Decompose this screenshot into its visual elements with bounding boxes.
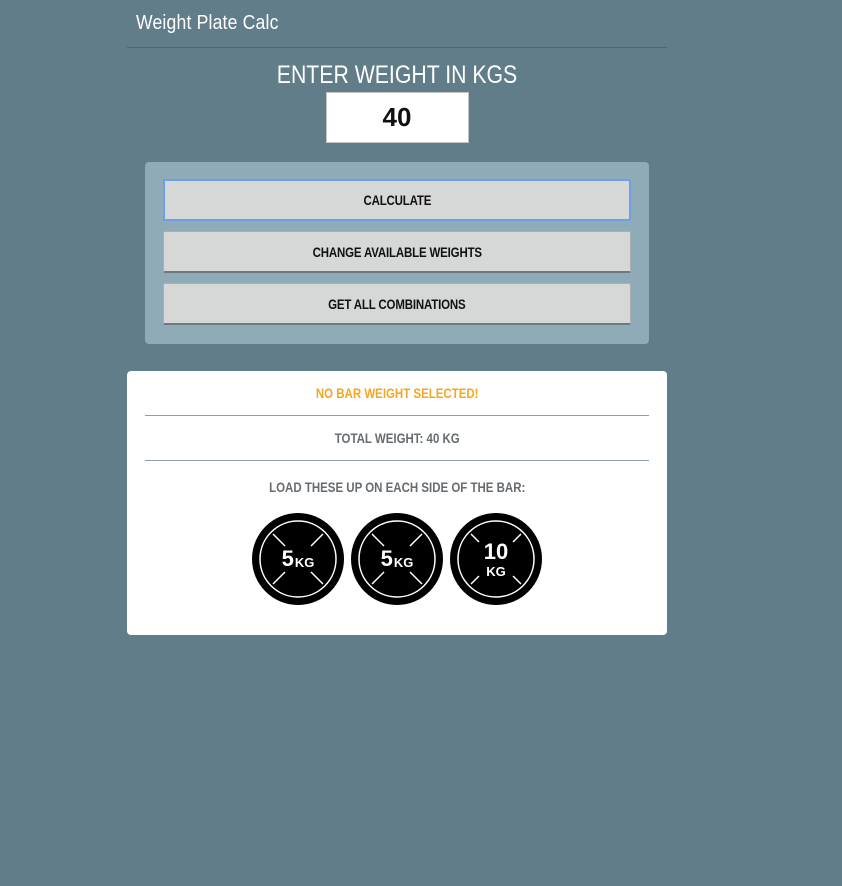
button-panel: CALCULATE CHANGE AVAILABLE WEIGHTS GET A… <box>145 162 649 344</box>
plate-label: 5 KG <box>351 513 443 605</box>
weight-input-wrapper <box>127 92 667 143</box>
app-header: Weight Plate Calc <box>127 0 667 48</box>
app-title: Weight Plate Calc <box>136 12 279 34</box>
weight-plate-icon: 5 KG <box>252 513 344 605</box>
weight-plate-icon: 10 KG <box>450 513 542 605</box>
weight-plate-icon: 5 KG <box>351 513 443 605</box>
load-instruction-text: LOAD THESE UP ON EACH SIDE OF THE BAR: <box>268 479 526 495</box>
plate-unit: KG <box>393 554 414 570</box>
total-weight: TOTAL WEIGHT: 40 KG <box>145 416 649 461</box>
combinations-button[interactable]: GET ALL COMBINATIONS <box>163 283 631 325</box>
calculate-button[interactable]: CALCULATE <box>163 179 631 221</box>
load-instruction: LOAD THESE UP ON EACH SIDE OF THE BAR: <box>145 461 649 513</box>
weight-input-label: ENTER WEIGHT IN KGS <box>276 61 518 89</box>
bar-warning-text: NO BAR WEIGHT SELECTED! <box>315 385 479 401</box>
change-weights-button-label: CHANGE AVAILABLE WEIGHTS <box>312 243 482 260</box>
plate-value: 10 <box>483 538 509 564</box>
change-weights-button[interactable]: CHANGE AVAILABLE WEIGHTS <box>163 231 631 273</box>
combinations-button-label: GET ALL COMBINATIONS <box>328 295 466 312</box>
result-card: NO BAR WEIGHT SELECTED! TOTAL WEIGHT: 40… <box>127 371 667 635</box>
plate-list: 5 KG 5 KG 10 KG <box>145 513 649 605</box>
plate-label: 5 KG <box>252 513 344 605</box>
plate-unit: KG <box>294 554 315 570</box>
plate-value: 5 <box>281 546 294 571</box>
calculate-button-label: CALCULATE <box>363 192 431 208</box>
plate-value: 5 <box>380 546 393 571</box>
plate-label: 10 KG <box>450 513 542 605</box>
total-weight-text: TOTAL WEIGHT: 40 KG <box>334 430 460 446</box>
plate-unit: KG <box>486 563 506 579</box>
weight-input[interactable] <box>325 92 469 143</box>
bar-warning: NO BAR WEIGHT SELECTED! <box>145 371 649 416</box>
app-container: Weight Plate Calc ENTER WEIGHT IN KGS CA… <box>127 0 667 635</box>
